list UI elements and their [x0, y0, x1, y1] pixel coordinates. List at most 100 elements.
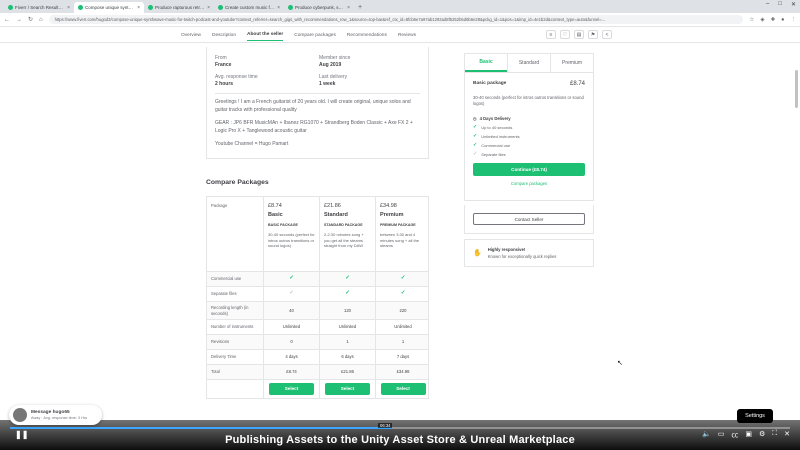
list-icon[interactable]: ≡: [546, 30, 556, 39]
select-standard-button[interactable]: Select: [325, 383, 370, 395]
browser-tab-active[interactable]: Compose unique synthwave m...×: [74, 2, 144, 13]
nav-reviews[interactable]: Reviews: [398, 33, 416, 38]
select-premium-button[interactable]: Select: [380, 383, 426, 395]
avatar: [13, 408, 27, 422]
contact-seller-button[interactable]: Contact Seller: [473, 213, 585, 225]
pip-icon[interactable]: ▣: [745, 430, 752, 440]
compare-row: Recording length (in seconds) 40 120 220: [207, 302, 428, 320]
minimize-icon[interactable]: –: [766, 1, 769, 8]
reload-icon[interactable]: ↻: [28, 16, 33, 23]
package-features: ✓ Up to 40 seconds ✓ Unlimited instruments ✓…: [473, 124, 585, 157]
divider: [215, 93, 420, 94]
nav-recommendations[interactable]: Recommendations: [347, 33, 387, 38]
compare-cell: £34.98: [375, 365, 430, 379]
compare-packages-link[interactable]: Compare packages: [473, 181, 585, 186]
home-icon[interactable]: ⌂: [39, 17, 43, 23]
package-tabs: Basic Standard Premium: [465, 54, 593, 73]
star-icon[interactable]: ☆: [749, 17, 754, 23]
check-icon: ✓: [263, 272, 319, 286]
page-scrollbar[interactable]: [794, 30, 799, 202]
browser-tab[interactable]: Produce cyberpunk, synthwave...×: [284, 2, 354, 13]
highly-responsive-title: Highly responsive!: [487, 247, 526, 252]
compare-row: Revisions 0 1 1: [207, 335, 428, 350]
share-icon[interactable]: <: [602, 30, 612, 39]
nav-overview[interactable]: Overview: [181, 33, 201, 38]
volume-icon[interactable]: 🔈: [702, 430, 711, 440]
package-name: Basic package: [473, 81, 507, 86]
browser-tab[interactable]: Create custom music for your...×: [214, 2, 284, 13]
browser-tab[interactable]: Fiverr / Search Results for 'gui...×: [4, 2, 74, 13]
close-tab-icon[interactable]: ×: [347, 5, 350, 11]
continue-button[interactable]: Continue (£8.74): [473, 163, 585, 176]
package-description: 30-40 seconds (perfect for intros outros…: [473, 95, 584, 106]
collection-icon[interactable]: ▤: [574, 30, 584, 39]
last-delivery-label: Last delivery: [319, 74, 348, 80]
select-buttons-row: Select Select Select: [207, 380, 428, 398]
back-arrow-icon[interactable]: ←: [4, 17, 10, 23]
select-basic-button[interactable]: Select: [269, 383, 314, 395]
nav-compare-packages[interactable]: Compare packages: [294, 33, 336, 38]
browser-tab[interactable]: Produce rapturous retrowave...×: [144, 2, 214, 13]
nav-about-seller[interactable]: About the seller: [247, 32, 284, 41]
package-label: Package: [211, 203, 228, 208]
expand-icon[interactable]: ✕: [784, 430, 790, 440]
compare-packages-table: Package £8.74 Basic BASIC PACKAGE 30-40 …: [206, 196, 429, 399]
check-icon: ✓: [473, 124, 478, 130]
check-icon: ✓: [473, 151, 478, 157]
menu-dots-icon[interactable]: ⋮: [791, 17, 797, 23]
highly-responsive-card: ✋ Highly responsive! Known for exception…: [464, 239, 594, 267]
flag-icon[interactable]: ⚑: [588, 30, 598, 39]
compare-cell: 40: [263, 302, 319, 319]
captions-icon[interactable]: ㏄: [731, 430, 738, 440]
tab-basic[interactable]: Basic: [465, 54, 507, 72]
forward-arrow-icon[interactable]: →: [16, 17, 22, 23]
fiverr-favicon-icon: [8, 5, 13, 10]
settings-gear-icon[interactable]: ⚙: [759, 430, 765, 440]
compare-row: Number of instruments Unlimited Unlimited U…: [207, 320, 428, 335]
close-tab-icon[interactable]: ×: [207, 5, 210, 11]
close-tab-icon[interactable]: ×: [277, 5, 280, 11]
check-icon: ✓: [400, 275, 406, 282]
compare-cell: Unlimited: [375, 320, 430, 334]
from-label: From: [215, 55, 227, 61]
compare-packages-title: Compare Packages: [206, 179, 269, 186]
compare-cell: 120: [319, 302, 375, 319]
check-icon: ✓: [289, 275, 294, 282]
pause-icon[interactable]: ❚❚: [15, 430, 28, 439]
tab-standard[interactable]: Standard: [507, 54, 550, 72]
subtitles-icon[interactable]: ▭: [718, 430, 725, 440]
clock-icon: ◷: [473, 116, 477, 121]
close-window-icon[interactable]: ✕: [791, 1, 796, 8]
check-icon: ✓: [319, 287, 375, 301]
compare-body: Commercial use ✓ ✓ ✓ Separate files ✓ ✓ ✓ Record…: [207, 272, 428, 380]
compare-row-label: Separate files: [211, 291, 237, 297]
puzzle-icon[interactable]: ✚: [771, 17, 776, 23]
seller-info-card: From France Member since Aug 2019 Avg. r…: [206, 47, 429, 159]
video-time: 06:34: [378, 423, 393, 428]
close-tab-icon[interactable]: ×: [137, 5, 140, 11]
profile-icon[interactable]: ●: [781, 17, 784, 23]
member-since-value: Aug 2019: [319, 62, 342, 68]
package-feature: ✓ Up to 40 seconds: [473, 124, 513, 130]
check-icon: ✓: [263, 287, 319, 301]
compare-header-row: Package £8.74 Basic BASIC PACKAGE 30-40 …: [207, 197, 428, 272]
compare-cell: £21.86: [319, 365, 375, 379]
package-column-basic: £8.74 Basic BASIC PACKAGE 30-40 seconds …: [263, 197, 319, 271]
compare-cell: Unlimited: [263, 320, 319, 334]
compare-cell: 4 days: [263, 350, 319, 364]
new-tab-button[interactable]: +: [354, 2, 366, 13]
scrollbar-thumb[interactable]: [795, 70, 798, 108]
seller-bio: Greetings ! I am a French guitarist of 2…: [215, 99, 411, 113]
package-column-premium: £34.98 Premium PREMIUM PACKAGE between 3…: [375, 197, 430, 271]
nav-description[interactable]: Description: [212, 33, 236, 38]
video-progress-bar[interactable]: [10, 427, 790, 429]
extension-icon[interactable]: ◈: [760, 17, 764, 23]
tab-premium[interactable]: Premium: [550, 54, 593, 72]
fullscreen-icon[interactable]: ⛶: [772, 430, 777, 440]
chat-popup[interactable]: Message hugo65 Away · Avg. response time…: [9, 405, 102, 425]
video-subtitle: Publishing Assets to the Unity Asset Sto…: [225, 434, 575, 446]
close-tab-icon[interactable]: ×: [67, 5, 70, 11]
url-input[interactable]: https://www.fiverr.com/hugod3/compose-un…: [48, 15, 744, 24]
maximize-icon[interactable]: □: [778, 1, 782, 8]
heart-icon[interactable]: ♡: [560, 30, 570, 39]
